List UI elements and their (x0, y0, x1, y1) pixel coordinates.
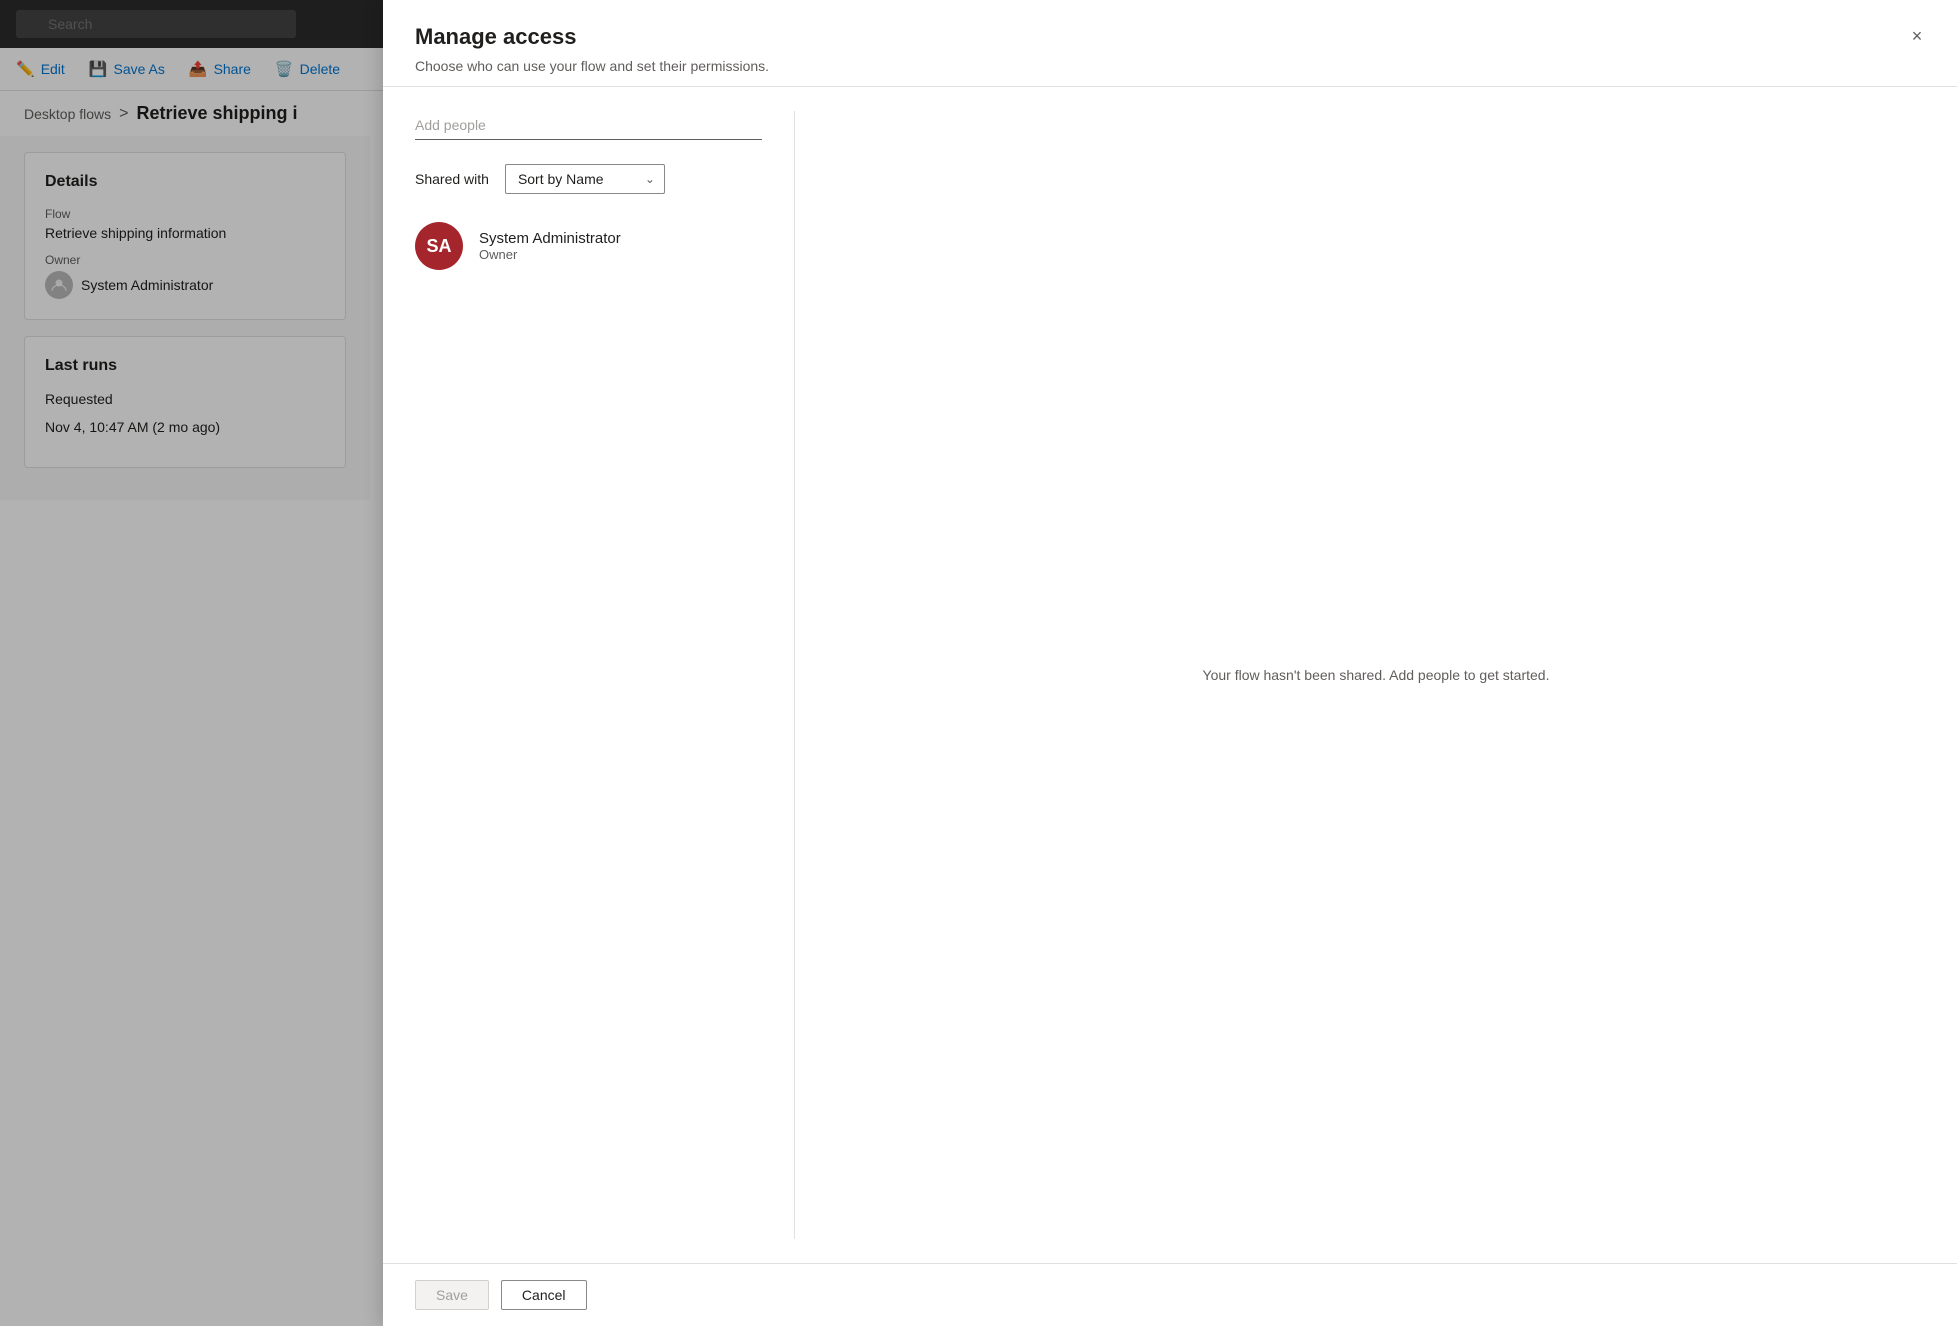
save-label: Save (436, 1287, 468, 1303)
user-name: System Administrator (479, 230, 621, 247)
add-people-input[interactable] (415, 111, 762, 140)
modal-subtitle: Choose who can use your flow and set the… (415, 58, 1925, 74)
user-item: SA System Administrator Owner (415, 214, 762, 278)
empty-state: Your flow hasn't been shared. Add people… (1203, 475, 1550, 875)
sort-dropdown[interactable]: Sort by Name Sort by Role (505, 164, 665, 194)
modal-right-column: Your flow hasn't been shared. Add people… (795, 111, 1925, 1239)
user-info: System Administrator Owner (479, 230, 621, 262)
cancel-label: Cancel (522, 1287, 566, 1303)
sort-dropdown-wrapper: Sort by Name Sort by Role ⌄ (505, 164, 665, 194)
modal-close-button[interactable]: × (1901, 20, 1933, 52)
modal-title: Manage access (415, 24, 1925, 50)
modal-left-column: Shared with Sort by Name Sort by Role ⌄ … (415, 111, 795, 1239)
shared-with-row: Shared with Sort by Name Sort by Role ⌄ (415, 164, 762, 194)
modal-body: Shared with Sort by Name Sort by Role ⌄ … (383, 87, 1957, 1263)
modal-footer: Save Cancel (383, 1263, 1957, 1326)
manage-access-panel: Manage access Choose who can use your fl… (383, 0, 1957, 1326)
save-button[interactable]: Save (415, 1280, 489, 1310)
shared-with-label: Shared with (415, 171, 489, 187)
modal-two-col: Shared with Sort by Name Sort by Role ⌄ … (415, 111, 1925, 1239)
cancel-button[interactable]: Cancel (501, 1280, 587, 1310)
close-icon: × (1912, 26, 1923, 47)
user-role: Owner (479, 247, 621, 262)
user-avatar: SA (415, 222, 463, 270)
modal-header: Manage access Choose who can use your fl… (383, 0, 1957, 87)
empty-state-text: Your flow hasn't been shared. Add people… (1203, 667, 1550, 683)
user-initials: SA (426, 236, 451, 257)
